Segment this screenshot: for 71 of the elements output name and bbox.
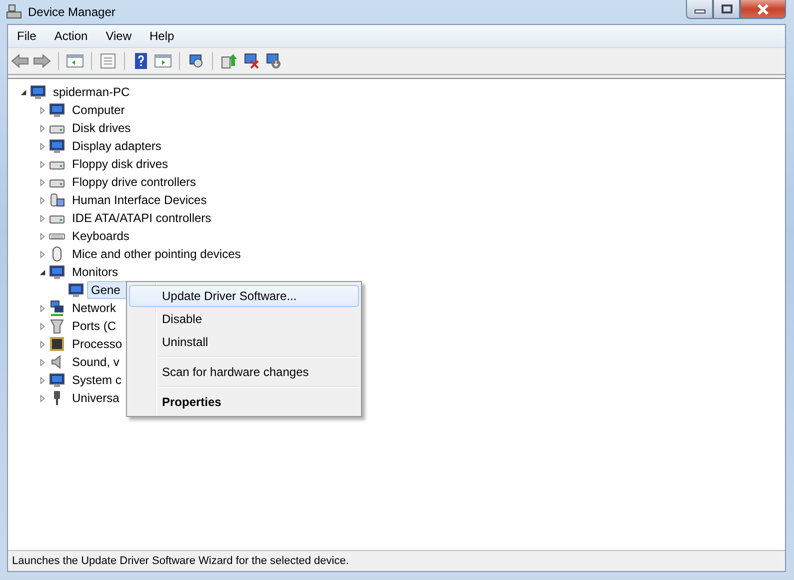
tree-item[interactable]: Disk drives (68, 119, 135, 137)
tree-item[interactable]: Sound, v (68, 353, 124, 371)
tree-item[interactable]: System c (68, 371, 126, 389)
menu-item[interactable]: View (96, 29, 140, 43)
expand-arrow-icon[interactable] (39, 124, 46, 132)
maximize-button[interactable] (713, 0, 740, 19)
expand-arrow-icon[interactable] (39, 142, 46, 150)
back-arrow-icon[interactable] (11, 53, 29, 69)
tree-item[interactable]: Human Interface Devices (68, 191, 211, 209)
uninstall-icon[interactable] (242, 53, 260, 69)
monitor-icon (49, 264, 65, 280)
pane-icon[interactable] (154, 53, 172, 69)
monitor-icon (49, 372, 65, 388)
tree-item[interactable]: spiderman-PC (49, 83, 134, 101)
expand-arrow-icon[interactable] (39, 232, 46, 240)
tree-item[interactable]: Keyboards (68, 227, 134, 245)
status-bar: Launches the Update Driver Software Wizard for the selected device. (8, 550, 785, 571)
tree-item[interactable]: Display adapters (68, 137, 166, 155)
monitor-icon (68, 282, 84, 298)
menu-item[interactable]: Scan for hardware changes (129, 361, 359, 383)
tree-item[interactable]: Floppy disk drives (68, 155, 172, 173)
monitor-icon (49, 102, 65, 118)
tree-item[interactable]: IDE ATA/ATAPI controllers (68, 209, 216, 227)
menu-item[interactable]: Update Driver Software... (129, 285, 359, 307)
expand-arrow-icon[interactable] (39, 250, 46, 258)
expand-arrow-icon[interactable] (39, 178, 46, 186)
properties-icon[interactable] (99, 53, 117, 69)
tree-item[interactable]: Floppy drive controllers (68, 173, 200, 191)
tree-item[interactable]: Universa (68, 389, 124, 407)
expand-arrow-icon[interactable] (39, 376, 46, 384)
menu-item[interactable]: Action (45, 29, 97, 43)
window-title: Device Manager (28, 5, 116, 19)
monitor-icon (49, 138, 65, 154)
expand-arrow-icon[interactable] (39, 358, 46, 366)
expand-arrow-icon[interactable] (39, 214, 46, 222)
expand-arrow-icon[interactable] (39, 196, 46, 204)
expand-arrow-icon[interactable] (39, 394, 46, 402)
tree-item[interactable]: Processo (68, 335, 126, 353)
monitor-icon (30, 84, 46, 100)
menu-item[interactable]: Properties (129, 391, 359, 413)
scan-icon[interactable] (187, 53, 205, 69)
menu-item[interactable]: File (8, 29, 46, 43)
maximize-icon (720, 4, 732, 14)
minimize-button[interactable] (686, 0, 713, 19)
computer-icon (6, 4, 22, 20)
device-icon (49, 192, 65, 208)
help-icon[interactable] (132, 53, 150, 69)
port-icon (49, 318, 65, 334)
expand-arrow-icon[interactable] (39, 322, 46, 330)
tree-item[interactable]: Computer (68, 101, 129, 119)
tree-item[interactable]: Monitors (68, 263, 122, 281)
close-icon (756, 4, 770, 14)
collapse-arrow-icon[interactable] (39, 268, 46, 276)
update-icon[interactable] (220, 53, 238, 69)
expand-arrow-icon[interactable] (39, 340, 46, 348)
expand-arrow-icon[interactable] (39, 106, 46, 114)
chip-icon (49, 336, 65, 352)
close-button[interactable] (740, 0, 786, 19)
expand-arrow-icon[interactable] (39, 304, 46, 312)
tree-item[interactable]: Network (68, 299, 120, 317)
menu-item[interactable]: Disable (129, 308, 359, 330)
disable-icon[interactable] (264, 53, 282, 69)
menu-item[interactable]: Uninstall (129, 331, 359, 353)
tree-item[interactable]: Ports (C (68, 317, 120, 335)
menu-item[interactable]: Help (140, 29, 184, 43)
tree-item[interactable]: Mice and other pointing devices (68, 245, 245, 263)
collapse-arrow-icon[interactable] (20, 88, 27, 96)
network-icon (49, 300, 65, 316)
expand-arrow-icon[interactable] (39, 160, 46, 168)
forward-arrow-icon[interactable] (33, 53, 51, 69)
pane-icon[interactable] (66, 53, 84, 69)
